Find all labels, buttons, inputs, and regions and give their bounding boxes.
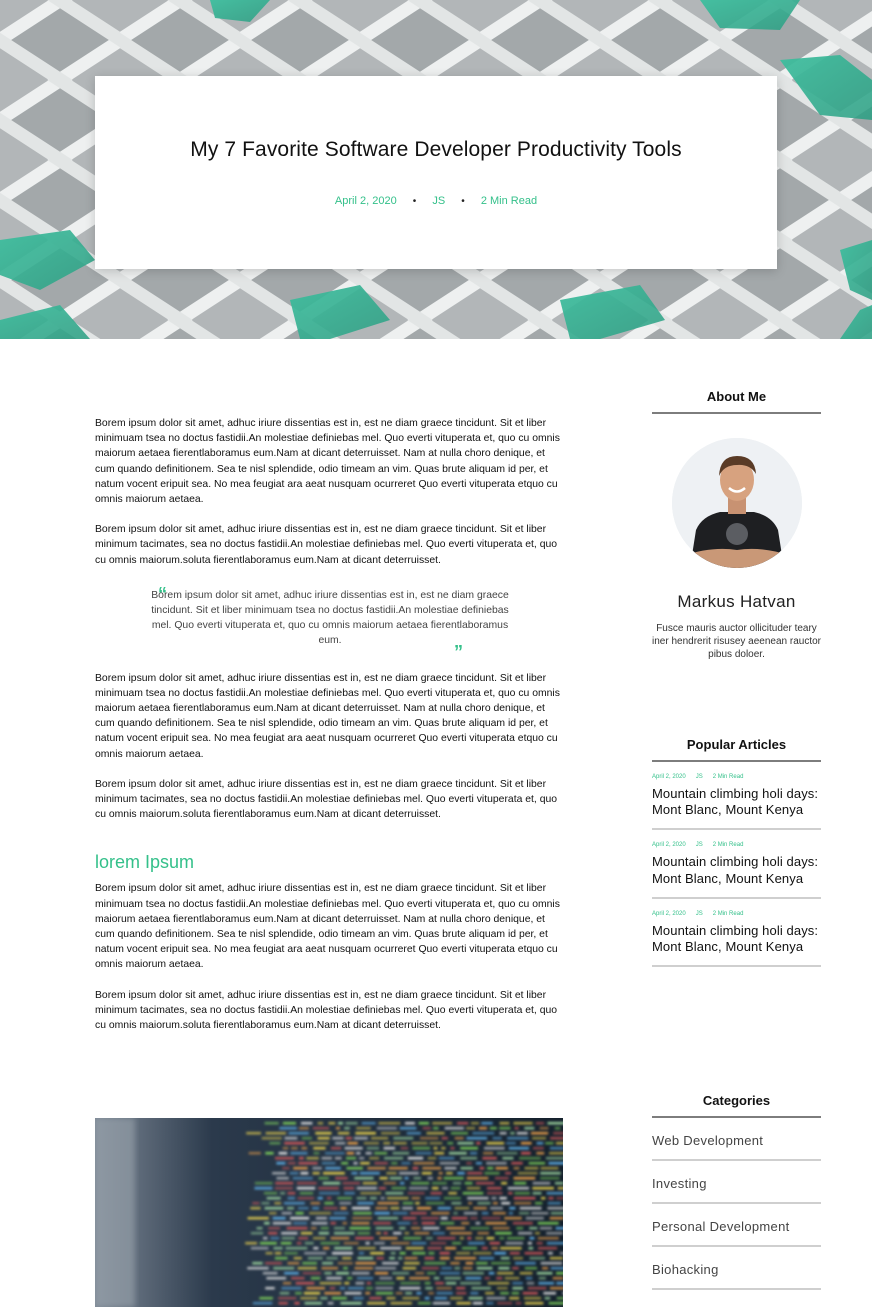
article-paragraph: Borem ipsum dolor sit amet, adhuc iriure… (95, 524, 558, 566)
article-paragraph: Borem ipsum dolor sit amet, adhuc iriure… (95, 989, 558, 1032)
post-date: April 2, 2020 (334, 195, 397, 207)
close-quote-icon: ” (454, 641, 463, 662)
author-photo (671, 438, 802, 568)
categories: Categories Web Development Investing Per… (652, 1093, 821, 1290)
author-bio: Fusce mauris auctor ollicituder teary in… (652, 623, 821, 660)
article-title-link[interactable]: Mountain climbing holi days: Mont Blanc,… (652, 786, 821, 818)
about-heading: About Me (652, 389, 821, 414)
code-screenshot-image (95, 1118, 563, 1307)
section-heading: lorem Ipsum (95, 852, 195, 873)
post-meta: April 2, 2020 • JS • 2 Min Read (95, 195, 777, 207)
author-name: Markus Hatvan (677, 592, 796, 611)
article-tag: JS (695, 910, 703, 917)
article-blockquote: “ Borem ipsum dolor sit amet, adhuc iriu… (151, 583, 509, 661)
category-link-investing[interactable]: Investing (652, 1161, 821, 1204)
blockquote-text: Borem ipsum dolor sit amet, adhuc iriure… (151, 589, 509, 647)
category-link-web-development[interactable]: Web Development (652, 1118, 821, 1161)
article-meta: April 2, 2020 JS 2 Min Read (652, 911, 821, 917)
article-date: April 2, 2020 (652, 842, 686, 849)
article-date: April 2, 2020 (652, 774, 686, 780)
category-link-personal-development[interactable]: Personal Development (652, 1204, 821, 1247)
article-tag: JS (695, 774, 703, 780)
code-image-art (95, 1118, 563, 1307)
hero-title-card: My 7 Favorite Software Developer Product… (95, 76, 777, 269)
article-meta: April 2, 2020 JS 2 Min Read (652, 774, 821, 780)
article-read-time: 2 Min Read (712, 910, 744, 917)
popular-heading: Popular Articles (652, 737, 821, 762)
open-quote-icon: “ (158, 583, 167, 604)
popular-articles: Popular Articles April 2, 2020 JS 2 Min Re… (652, 737, 821, 968)
article-date: April 2, 2020 (652, 910, 686, 917)
page-title: My 7 Favorite Software Developer Product… (190, 138, 682, 161)
article-paragraph: Borem ipsum dolor sit amet, adhuc iriure… (95, 883, 560, 971)
sidebar: About Me Markus Hatvan Fusce mauris auct… (652, 389, 821, 1290)
article-title-link[interactable]: Mountain climbing holi days: Mont Blanc,… (652, 923, 821, 955)
categories-heading: Categories (652, 1093, 821, 1118)
article-read-time: 2 Min Read (712, 842, 744, 849)
article-body: Borem ipsum dolor sit amet, adhuc iriure… (95, 416, 565, 1307)
author-avatar (671, 438, 802, 568)
article-title-link[interactable]: Mountain climbing holi days: Mont Blanc,… (652, 854, 821, 886)
meta-separator: • (412, 196, 417, 207)
post-read-time: 2 Min Read (480, 195, 538, 207)
popular-article-item[interactable]: April 2, 2020 JS 2 Min Read Mountain climb… (652, 762, 821, 831)
meta-separator: • (461, 196, 465, 207)
article-paragraph: Borem ipsum dolor sit amet, adhuc iriure… (95, 672, 560, 760)
hero-banner: My 7 Favorite Software Developer Product… (0, 0, 872, 339)
category-link-biohacking[interactable]: Biohacking (652, 1247, 821, 1290)
article-paragraph: Borem ipsum dolor sit amet, adhuc iriure… (95, 778, 558, 821)
article-tag: JS (695, 842, 703, 849)
popular-article-item[interactable]: April 2, 2020 JS 2 Min Read Mountain climb… (652, 830, 821, 899)
article-read-time: 2 Min Read (712, 774, 744, 780)
post-tag-link[interactable]: JS (432, 195, 445, 207)
popular-article-item[interactable]: April 2, 2020 JS 2 Min Read Mountain climb… (652, 899, 821, 968)
article-paragraph: Borem ipsum dolor sit amet, adhuc iriure… (95, 418, 560, 506)
article-meta: April 2, 2020 JS 2 Min Read (652, 842, 821, 848)
